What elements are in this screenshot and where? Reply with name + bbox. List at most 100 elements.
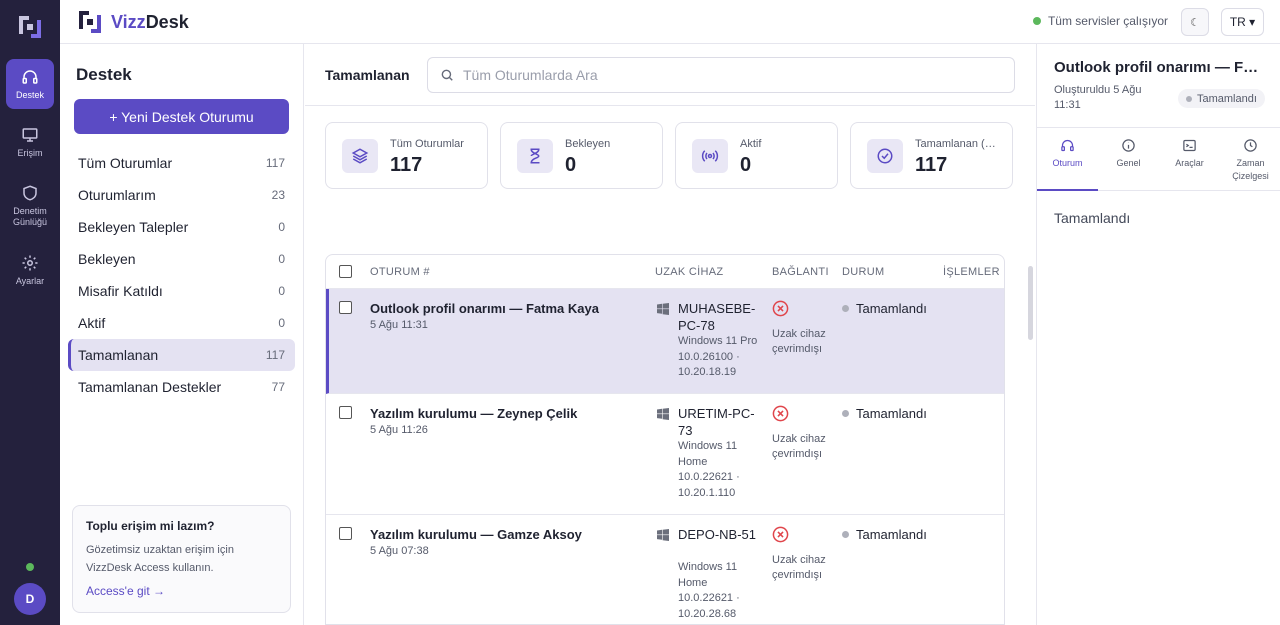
rail-item-erisim[interactable]: Erişim [6,117,54,167]
theme-toggle-button[interactable]: ☾ [1181,8,1209,36]
rail-item-label: Erişim [17,147,43,158]
table-header: OTURUM # UZAK CİHAZ BAĞLANTI DURUM İŞLEM… [326,255,1004,289]
detail-created: Oluşturuldu 5 Ağu 11:31 [1054,84,1142,111]
headset-icon [1061,139,1074,152]
hourglass-icon [530,148,540,164]
stat-card-all[interactable]: Tüm Oturumlar 117 [325,122,488,189]
stat-value: 117 [390,154,423,176]
connection-status: Uzak cihaz çevrimdışı [772,328,826,355]
offline-x-icon [772,300,789,317]
offline-x-icon [772,526,789,543]
table-scrollbar[interactable] [1028,266,1033,340]
windows-icon [657,529,669,541]
sidebar-item-waiting[interactable]: Bekleyen 0 [68,243,295,275]
sidebar-item-all-sessions[interactable]: Tüm Oturumlar 117 [68,147,295,179]
status-badge: Tamamlandı [842,527,927,542]
search-box [427,57,1015,93]
session-filter-list: Tüm Oturumlar 117 Oturumlarım 23 Bekleyen … [68,147,295,403]
column-header-connection[interactable]: BAĞLANTI [772,266,829,278]
search-input[interactable] [463,67,983,83]
main-header: Tamamlanan [305,44,1035,106]
sessions-table: OTURUM # UZAK CİHAZ BAĞLANTI DURUM İŞLEM… [325,254,1005,625]
row-checkbox[interactable] [339,406,352,419]
online-status-dot [26,563,34,571]
count-badge: 23 [271,188,285,202]
session-title: Yazılım kurulumu — Gamze Aksoy [370,527,582,542]
session-detail-panel: Outlook profil onarımı — F… Oluşturuldu … [1036,44,1280,625]
search-icon [441,69,453,81]
detail-title: Outlook profil onarımı — F… [1054,59,1259,76]
headset-icon [22,69,38,84]
support-sidebar: Destek + Yeni Destek Oturumu Tüm Oturuml… [60,44,304,625]
status-badge: Tamamlandı [842,406,927,421]
stat-card-completed[interactable]: Tamamlanan (… 117 [850,122,1013,189]
stat-card-active[interactable]: Aktif 0 [675,122,838,189]
count-badge: 77 [271,380,285,394]
stat-label: Tamamlanan (… [915,138,996,150]
device-os: Windows 11 Pro 10.0.26100 · 10.20.18.19 [678,335,758,378]
table-row[interactable]: Yazılım kurulumu — Gamze Aksoy 5 Ağu 07:… [326,515,1004,624]
tab-araclar[interactable]: Araçlar [1159,128,1220,191]
sidebar-item-completed-supports[interactable]: Tamamlanan Destekler 77 [68,371,295,403]
device-os: Windows 11 Home 10.0.22621 · 10.20.1.110 [678,440,740,499]
stats-row: Tüm Oturumlar 117 Bekleyen 0 Aktif 0 Tam… [325,122,1025,189]
sidebar-item-guest-joined[interactable]: Misafir Katıldı 0 [68,275,295,307]
brand[interactable]: VizzDesk [78,10,189,34]
language-select[interactable]: TR ▾ [1221,8,1264,36]
clock-icon [1244,139,1257,152]
device-name: MUHASEBE-PC-78 [678,301,756,333]
count-badge: 0 [278,252,285,266]
icon-rail: Destek Erişim Denetim Günlüğü Ayarlar D [0,0,60,625]
connection-status: Uzak cihaz çevrimdışı [772,554,826,581]
stat-label: Bekleyen [565,138,611,150]
rail-item-destek[interactable]: Destek [6,59,54,109]
count-badge: 117 [265,156,285,170]
sidebar-item-pending-requests[interactable]: Bekleyen Talepler 0 [68,211,295,243]
terminal-icon [1183,139,1196,152]
count-badge: 0 [278,284,285,298]
gear-icon [22,255,38,270]
device-name: URETIM-PC-73 [678,406,755,438]
status-badge: Tamamlandı [842,301,927,316]
stat-card-waiting[interactable]: Bekleyen 0 [500,122,663,189]
detail-body-status: Tamamlandı [1054,210,1131,226]
service-status-text: Tüm servisler çalışıyor [1047,14,1168,28]
rail-item-audit-log[interactable]: Denetim Günlüğü [6,178,54,234]
tab-genel[interactable]: Genel [1098,128,1159,191]
column-header-session[interactable]: OTURUM # [370,266,430,278]
count-badge: 0 [278,316,285,330]
promo-text: Gözetimsiz uzaktan erişim için VizzDesk … [86,544,234,574]
app-root: Destek Erişim Denetim Günlüğü Ayarlar D … [0,0,1280,625]
avatar[interactable]: D [14,583,46,615]
layers-icon [351,148,369,164]
count-badge: 0 [278,220,285,234]
select-all-checkbox[interactable] [339,265,352,278]
column-header-device[interactable]: UZAK CİHAZ [655,266,723,278]
device-name: DEPO-NB-51 [678,527,757,542]
connection-status: Uzak cihaz çevrimdışı [772,433,826,460]
sidebar-item-my-sessions[interactable]: Oturumlarım 23 [68,179,295,211]
access-link[interactable]: Access'e git → [86,584,277,598]
promo-title: Toplu erişim mi lazım? [86,519,215,533]
sidebar-item-active[interactable]: Aktif 0 [68,307,295,339]
count-badge: 117 [265,348,285,362]
new-session-button[interactable]: + Yeni Destek Oturumu [74,99,289,134]
row-checkbox[interactable] [339,527,352,540]
tab-zaman-cizelgesi[interactable]: Zaman Çizelgesi [1220,128,1280,191]
status-dot [1032,17,1041,25]
table-row[interactable]: Yazılım kurulumu — Zeynep Çelik 5 Ağu 11… [326,394,1004,515]
sidebar-item-completed[interactable]: Tamamlanan 117 [68,339,295,371]
sidebar-title: Destek [76,65,132,84]
tab-oturum[interactable]: Oturum [1037,128,1098,191]
rail-item-label: Destek [15,89,44,100]
sessions-main: Tamamlanan Tüm Oturumlar 117 Bekleyen 0 … [305,44,1035,625]
row-checkbox[interactable] [339,301,352,314]
table-row[interactable]: Outlook profil onarımı — Fatma Kaya 5 Ağ… [326,289,1004,394]
column-header-status[interactable]: DURUM [842,266,884,278]
broadcast-icon [701,150,719,162]
monitor-icon [22,127,38,142]
top-bar: VizzDesk Tüm servisler çalışıyor ☾ TR ▾ [60,0,1280,44]
session-time: 5 Ağu 11:31 [370,319,428,331]
rail-item-ayarlar[interactable]: Ayarlar [6,245,54,295]
device-os: Windows 11 Home 10.0.22621 · 10.20.28.68 [678,561,740,620]
